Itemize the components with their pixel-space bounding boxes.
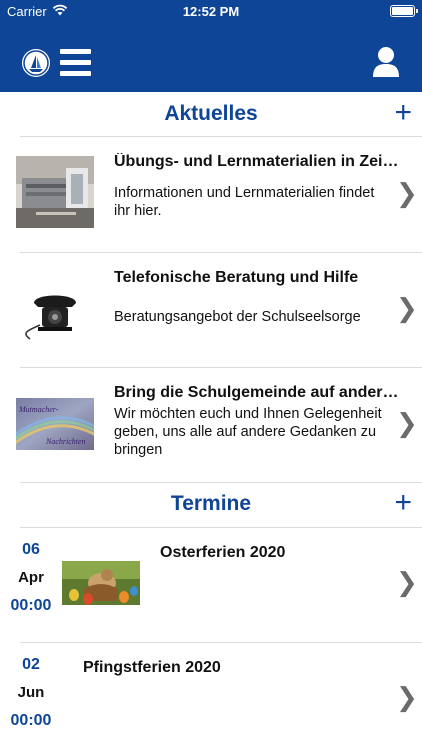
user-profile-icon[interactable] [372, 45, 400, 79]
event-title: Pfingstferien 2020 [83, 659, 221, 676]
ship-logo-icon[interactable] [22, 49, 50, 77]
school-building-image [16, 156, 94, 228]
svg-text:Nachrichten: Nachrichten [45, 437, 86, 446]
event-time: 00:00 [10, 597, 52, 614]
chevron-right-icon: ❯ [396, 568, 418, 598]
easter-eggs-image [62, 561, 140, 605]
chevron-right-icon: ❯ [396, 294, 418, 324]
news-item-lernmaterialien[interactable]: Übungs- und Lernmaterialien in Zei… Info… [0, 137, 422, 252]
news-section-header: Aktuelles + [0, 92, 422, 136]
news-item-telefonische-beratung[interactable]: Telefonische Beratung und Hilfe Beratung… [0, 253, 422, 368]
news-item-title: Bring die Schulgemeinde auf ander… [114, 384, 399, 401]
events-section-title: Termine [170, 492, 252, 515]
add-news-button[interactable]: + [394, 96, 412, 130]
news-item-description: Beratungsangebot der Schulseelsorge [114, 309, 361, 325]
news-item-schulgemeinde[interactable]: Mutmacher- Nachrichten Bring die Schulge… [0, 368, 422, 483]
rainbow-image: Mutmacher- Nachrichten [16, 398, 94, 450]
event-month: Apr [18, 569, 44, 586]
news-item-title: Übungs- und Lernmaterialien in Zei… [114, 153, 399, 170]
events-section-header: Termine + [0, 482, 422, 526]
chevron-right-icon: ❯ [396, 179, 418, 209]
news-item-title: Telefonische Beratung und Hilfe [114, 269, 359, 286]
svg-text:Mutmacher-: Mutmacher- [18, 405, 59, 414]
hamburger-menu-icon[interactable] [60, 49, 91, 77]
event-item-pfingstferien[interactable]: 02 Jun 00:00 Pfingstferien 2020 ❯ [0, 643, 422, 750]
add-event-button[interactable]: + [394, 486, 412, 520]
chevron-right-icon: ❯ [396, 409, 418, 439]
news-section-title: Aktuelles [164, 102, 258, 125]
status-bar: Carrier 12:52 PM [0, 0, 422, 22]
event-month: Jun [17, 684, 45, 701]
telephone-image [16, 273, 94, 345]
chevron-right-icon: ❯ [396, 683, 418, 713]
battery-icon [390, 5, 418, 17]
event-day: 06 [22, 541, 40, 558]
event-title: Osterferien 2020 [160, 544, 286, 561]
event-day: 02 [22, 656, 40, 673]
event-item-osterferien[interactable]: 06 Apr 00:00 Osterferien 2020 ❯ [0, 528, 422, 643]
navbar [0, 22, 422, 92]
news-item-description: Informationen und Lernmaterialien findet… [114, 185, 375, 219]
news-item-description: Wir möchten euch und Ihnen Gelegenheit g… [114, 406, 382, 458]
clock: 12:52 PM [182, 4, 240, 19]
event-time: 00:00 [10, 712, 52, 729]
